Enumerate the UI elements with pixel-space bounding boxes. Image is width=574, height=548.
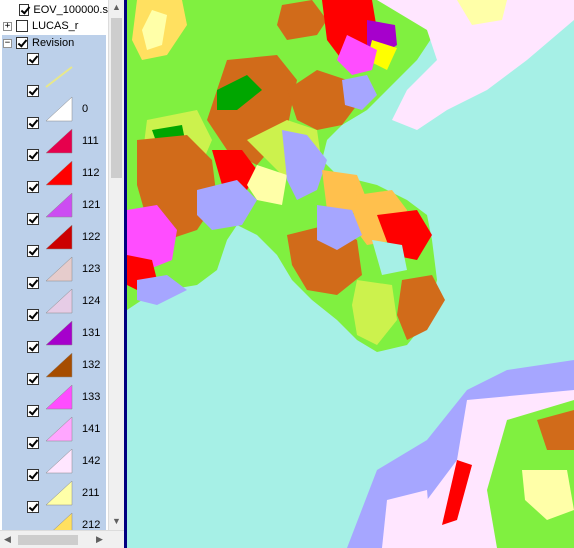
class-checkbox[interactable] <box>27 149 39 161</box>
class-checkbox[interactable] <box>27 309 39 321</box>
legend-class-row[interactable]: 122 <box>2 210 106 250</box>
legend-class-row[interactable]: 211 <box>2 466 106 506</box>
layer-name: Revision <box>32 37 75 49</box>
class-checkbox[interactable] <box>27 405 39 417</box>
class-checkbox[interactable] <box>27 85 39 97</box>
layer-row-lucas[interactable]: + LUCAS_r <box>0 17 108 35</box>
legend-class-row[interactable]: 111 <box>2 114 106 154</box>
layer-checkbox-lucas[interactable] <box>16 20 28 32</box>
legend-class-list: 0 111 112 121 122 123 124 131 132 133 141 142 211 212 <box>2 50 106 530</box>
class-checkbox[interactable] <box>27 373 39 385</box>
legend-class-row[interactable] <box>2 50 106 88</box>
legend-class-row[interactable]: 0 <box>2 82 106 122</box>
legend-class-row[interactable]: 123 <box>2 242 106 282</box>
layer-checkbox-eov[interactable] <box>18 4 30 16</box>
expand-icon[interactable]: + <box>3 21 12 31</box>
legend-class-row[interactable]: 131 <box>2 306 106 346</box>
horizontal-scrollbar[interactable]: ◀ ▶ <box>0 530 124 548</box>
legend-class-row[interactable]: 133 <box>2 370 106 410</box>
class-checkbox[interactable] <box>27 469 39 481</box>
table-of-contents: EOV_100000.s + LUCAS_r − Revision 0 111 11… <box>0 0 124 548</box>
scroll-right-icon[interactable]: ▶ <box>96 534 103 545</box>
legend-class-row[interactable]: 124 <box>2 274 106 314</box>
collapse-icon[interactable]: − <box>3 38 12 48</box>
class-checkbox[interactable] <box>27 213 39 225</box>
layer-name: EOV_100000.s <box>33 4 108 16</box>
class-checkbox[interactable] <box>27 117 39 129</box>
class-checkbox[interactable] <box>27 181 39 193</box>
scroll-up-icon[interactable]: ▲ <box>112 2 121 12</box>
class-checkbox[interactable] <box>27 341 39 353</box>
legend-class-row[interactable]: 141 <box>2 402 106 442</box>
legend-class-row[interactable]: 142 <box>2 434 106 474</box>
land-cover-map <box>127 0 574 548</box>
legend-class-row[interactable]: 132 <box>2 338 106 378</box>
map-view[interactable] <box>127 0 574 548</box>
legend-class-row[interactable]: 112 <box>2 146 106 186</box>
class-checkbox[interactable] <box>27 53 39 65</box>
class-checkbox[interactable] <box>27 437 39 449</box>
legend-swatch <box>53 512 73 530</box>
class-checkbox[interactable] <box>27 277 39 289</box>
scroll-down-icon[interactable]: ▼ <box>112 516 121 526</box>
legend-class-row[interactable]: 121 <box>2 178 106 218</box>
layer-name: LUCAS_r <box>32 20 79 32</box>
scroll-left-icon[interactable]: ◀ <box>4 534 11 545</box>
class-checkbox[interactable] <box>27 501 39 513</box>
layer-checkbox-revision[interactable] <box>16 37 28 49</box>
class-code: 212 <box>82 519 101 530</box>
scrollbar-thumb[interactable] <box>18 535 78 545</box>
scrollbar-thumb[interactable] <box>111 18 122 178</box>
vertical-scrollbar[interactable]: ▲ ▼ <box>108 0 124 530</box>
class-checkbox[interactable] <box>27 245 39 257</box>
legend-class-row[interactable]: 212 <box>2 498 106 530</box>
